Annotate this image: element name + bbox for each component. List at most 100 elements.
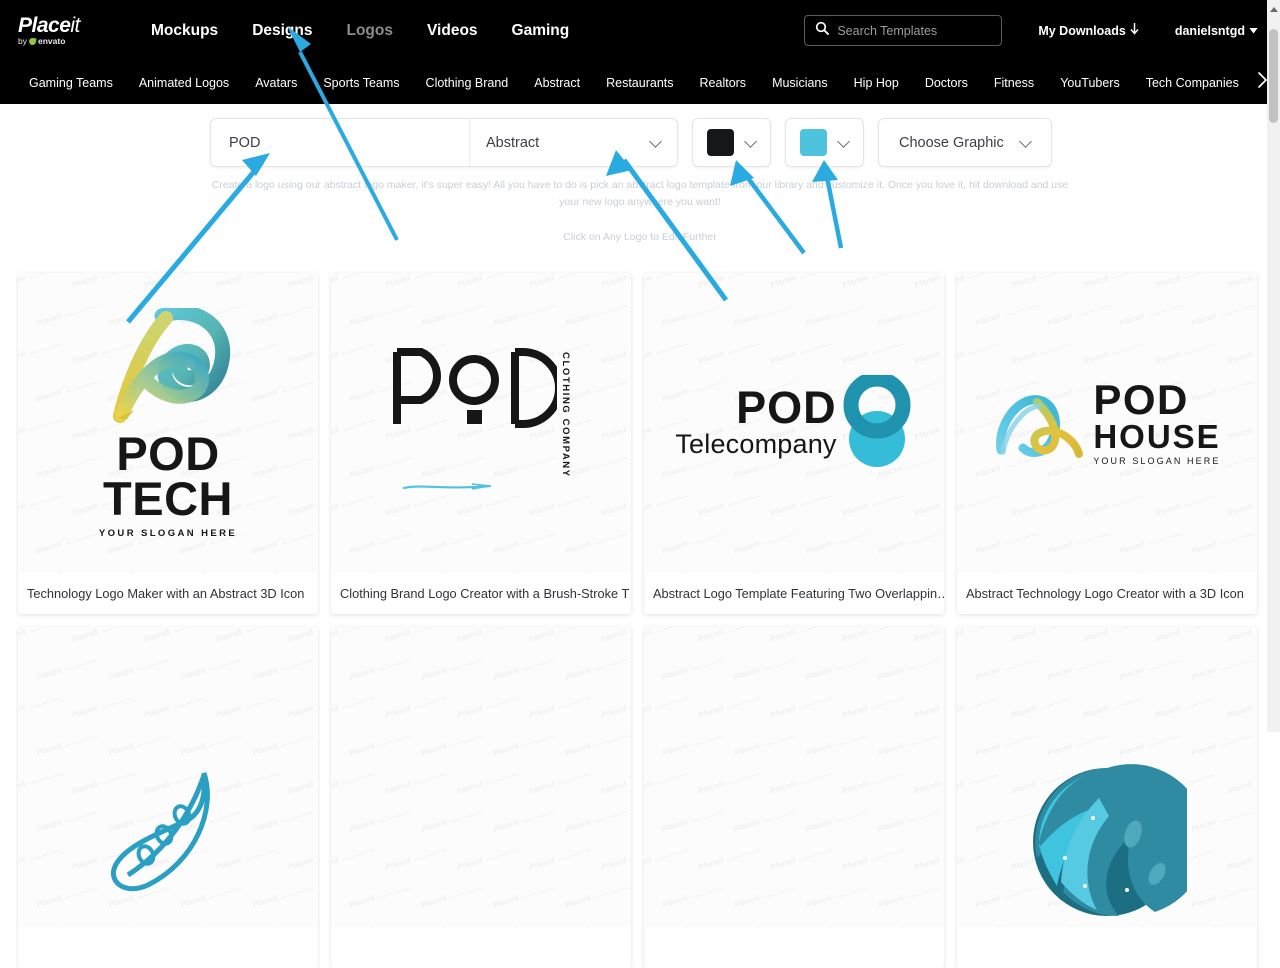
- watermark-text: Placeit: [71, 627, 99, 644]
- my-downloads-link[interactable]: My Downloads: [1038, 23, 1139, 38]
- logo-preview: CLOTHING COMPANY: [386, 347, 577, 499]
- category-realtors[interactable]: Realtors: [687, 76, 760, 90]
- nav-item-gaming[interactable]: Gaming: [495, 14, 587, 48]
- watermark-text: Placeit: [769, 779, 797, 796]
- template-thumbnail[interactable]: Placeit Placeit Placeit Placeit Placeit Place…: [331, 273, 631, 573]
- watermark-text: Placeit: [456, 855, 484, 872]
- logo-vertical-text: CLOTHING COMPANY: [560, 351, 571, 478]
- watermark-text: Placeit: [1190, 665, 1218, 682]
- template-caption: [957, 927, 1257, 968]
- category-gaming-teams[interactable]: Gaming Teams: [16, 76, 126, 90]
- watermark-text: Placeit: [384, 501, 412, 518]
- watermark-text: Placeit: [841, 627, 869, 644]
- watermark-text: Placeit: [420, 893, 448, 910]
- primary-color-picker[interactable]: [692, 118, 771, 167]
- chevron-down-icon: [838, 139, 849, 146]
- template-caption: Clothing Brand Logo Creator with a Brush…: [340, 586, 631, 601]
- watermark-text: Placeit: [287, 273, 315, 290]
- template-card[interactable]: Placeit Placeit Placeit Placeit Placeit Place…: [331, 627, 631, 968]
- watermark-text: Placeit: [600, 779, 628, 796]
- category-restaurants[interactable]: Restaurants: [593, 76, 686, 90]
- template-card[interactable]: Placeit Placeit Placeit Placeit Placeit Place…: [644, 273, 944, 614]
- watermark-text: Placeit: [697, 627, 725, 644]
- template-card[interactable]: Placeit Placeit Placeit Placeit Placeit Place…: [957, 273, 1257, 614]
- logo-preview: [108, 765, 228, 900]
- template-thumbnail[interactable]: Placeit Placeit Placeit Placeit Placeit Place…: [18, 627, 318, 927]
- category-abstract[interactable]: Abstract: [521, 76, 593, 90]
- watermark-text: Placeit: [528, 779, 556, 796]
- main-nav: Mockups Designs Logos Videos Gaming: [134, 14, 586, 48]
- watermark-text: Placeit: [1118, 311, 1146, 328]
- watermark-text: Placeit: [600, 349, 628, 366]
- watermark-text: Placeit: [1010, 273, 1038, 290]
- template-card[interactable]: Placeit Placeit Placeit Placeit Placeit Place…: [18, 273, 318, 614]
- category-animated-logos[interactable]: Animated Logos: [126, 76, 242, 90]
- account-menu[interactable]: danielsntgd: [1175, 24, 1258, 38]
- watermark-text: Placeit: [35, 463, 63, 480]
- watermark-text: Placeit: [974, 893, 1002, 910]
- template-thumbnail[interactable]: Placeit Placeit Placeit Placeit Placeit Place…: [644, 273, 944, 573]
- watermark-text: Placeit: [805, 817, 833, 834]
- template-card[interactable]: Placeit Placeit Placeit Placeit Placeit Place…: [331, 273, 631, 614]
- watermark-text: Placeit: [348, 665, 376, 682]
- watermark-text: Placeit: [564, 311, 592, 328]
- placeit-logo[interactable]: Placeit by envato: [18, 11, 104, 51]
- search-templates-box[interactable]: Search Templates: [804, 15, 1003, 46]
- category-tech-companies[interactable]: Tech Companies: [1133, 76, 1252, 90]
- secondary-color-picker[interactable]: [785, 118, 864, 167]
- category-youtubers[interactable]: YouTubers: [1047, 76, 1133, 90]
- template-card[interactable]: Placeit Placeit Placeit Placeit Placeit Place…: [18, 627, 318, 968]
- category-clothing-brand[interactable]: Clothing Brand: [413, 76, 522, 90]
- watermark-text: Placeit: [913, 627, 941, 644]
- scroll-up-arrow[interactable]: [1267, 2, 1280, 16]
- description-zone: Create a logo using our abstract logo ma…: [0, 169, 1280, 243]
- watermark-text: Placeit: [661, 893, 689, 910]
- download-arrow-icon: [1130, 23, 1139, 38]
- category-nav[interactable]: Gaming Teams Animated Logos Avatars Spor…: [0, 61, 1280, 104]
- category-doctors[interactable]: Doctors: [912, 76, 981, 90]
- category-musicians[interactable]: Musicians: [759, 76, 841, 90]
- watermark-text: Placeit: [251, 741, 279, 758]
- template-card[interactable]: Placeit Placeit Placeit Placeit Placeit Place…: [644, 627, 944, 968]
- results-grid: Placeit Placeit Placeit Placeit Placeit Place…: [0, 273, 1266, 968]
- watermark-text: Placeit: [644, 425, 653, 442]
- watermark-text: Placeit: [143, 703, 171, 720]
- template-card[interactable]: Placeit Placeit Placeit Placeit Placeit Place…: [957, 627, 1257, 968]
- watermark-text: Placeit: [1118, 665, 1146, 682]
- category-avatars[interactable]: Avatars: [242, 76, 310, 90]
- vertical-scrollbar[interactable]: [1267, 0, 1280, 732]
- template-thumbnail[interactable]: Placeit Placeit Placeit Placeit Placeit Place…: [957, 627, 1257, 927]
- nav-item-designs[interactable]: Designs: [235, 14, 329, 48]
- watermark-text: Placeit: [733, 817, 761, 834]
- category-hip-hop[interactable]: Hip Hop: [841, 76, 912, 90]
- category-fitness[interactable]: Fitness: [981, 76, 1047, 90]
- nav-item-logos[interactable]: Logos: [330, 14, 411, 48]
- watermark-text: Placeit: [18, 425, 27, 442]
- watermark-text: Placeit: [661, 539, 689, 556]
- category-sports-teams[interactable]: Sports Teams: [310, 76, 412, 90]
- nav-item-videos[interactable]: Videos: [410, 14, 495, 48]
- watermark-text: Placeit: [384, 779, 412, 796]
- watermark-text: Placeit: [348, 539, 376, 556]
- watermark-text: Placeit: [1046, 539, 1074, 556]
- two-overlapping-circles-icon: [843, 375, 911, 467]
- watermark-text: Placeit: [492, 311, 520, 328]
- brand-name-input[interactable]: [211, 119, 469, 166]
- watermark-text: Placeit: [331, 349, 340, 366]
- choose-graphic-select[interactable]: Choose Graphic: [878, 118, 1052, 167]
- template-thumbnail[interactable]: Placeit Placeit Placeit Placeit Placeit Place…: [644, 627, 944, 927]
- watermark-text: Placeit: [974, 539, 1002, 556]
- template-thumbnail[interactable]: Placeit Placeit Placeit Placeit Placeit Place…: [331, 627, 631, 927]
- watermark-text: Placeit: [564, 817, 592, 834]
- category-select[interactable]: Abstract: [470, 119, 677, 166]
- choose-graphic-label: Choose Graphic: [899, 134, 1004, 151]
- scrollbar-thumb[interactable]: [1269, 29, 1278, 123]
- watermark-text: Placeit: [528, 627, 556, 644]
- watermark-text: Placeit: [384, 855, 412, 872]
- watermark-text: Placeit: [528, 855, 556, 872]
- template-thumbnail[interactable]: Placeit Placeit Placeit Placeit Placeit Place…: [18, 273, 318, 573]
- template-thumbnail[interactable]: Placeit Placeit Placeit Placeit Placeit Place…: [957, 273, 1257, 573]
- nav-item-mockups[interactable]: Mockups: [134, 14, 235, 48]
- watermark-text: Placeit: [877, 665, 905, 682]
- watermark-text: Placeit: [1226, 273, 1254, 290]
